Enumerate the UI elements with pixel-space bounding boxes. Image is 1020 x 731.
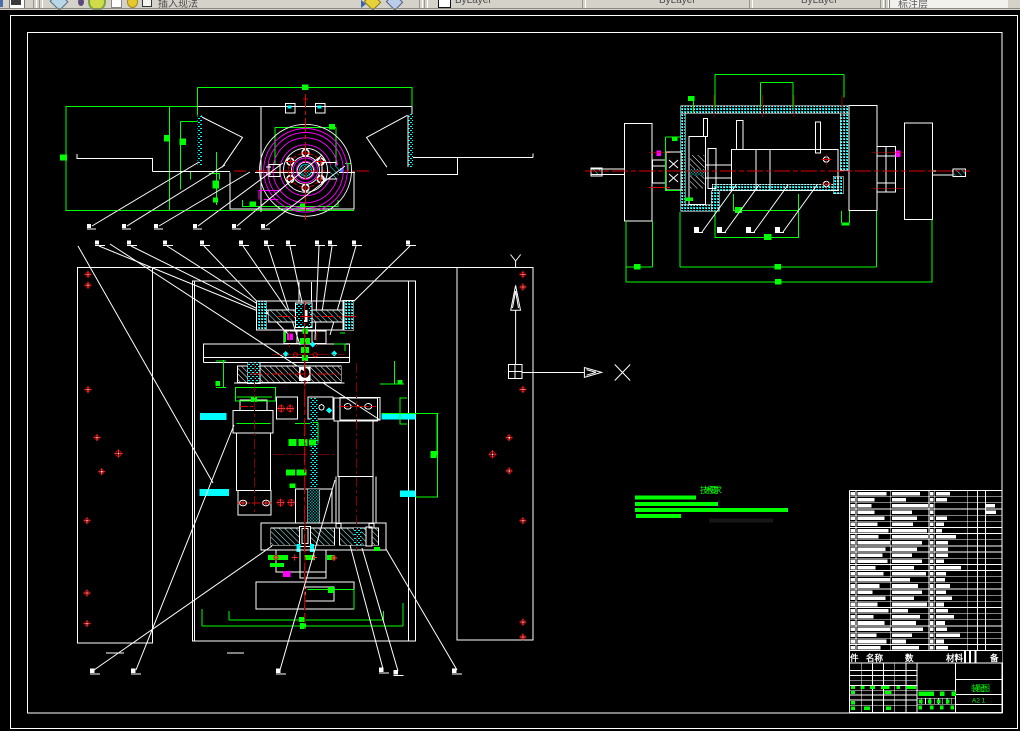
svg-text:件: 件	[850, 653, 859, 663]
svg-text:数: 数	[905, 653, 914, 663]
svg-text:装配图: 装配图	[971, 683, 990, 693]
svg-text:A2 1: A2 1	[972, 698, 986, 705]
svg-text:材料: 材料	[945, 653, 964, 663]
svg-text:备: 备	[989, 653, 999, 663]
svg-text:技术要求: 技术要求	[700, 485, 722, 495]
svg-text:名称: 名称	[866, 653, 884, 663]
